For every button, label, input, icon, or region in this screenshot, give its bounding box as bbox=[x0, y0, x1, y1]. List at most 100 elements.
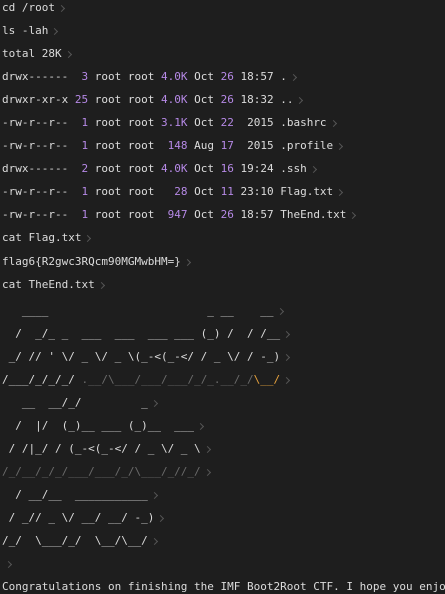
text-segment: root root bbox=[94, 208, 168, 221]
text-segment: 26 bbox=[220, 70, 234, 83]
text-segment: /_/ \___/_/ \__/\__/ bbox=[2, 534, 148, 547]
line-end-marker-icon bbox=[349, 211, 357, 219]
ascii-art-line: /_/ \___/_/ \__/\__/ bbox=[2, 534, 158, 548]
text-segment: drwx------ bbox=[2, 70, 69, 83]
text-line: total 28K bbox=[2, 47, 72, 61]
text-segment: root root bbox=[94, 139, 168, 152]
text-segment: _/ // ' \/ _ \/ _ \(_-<(_-</ / _ \/ / -_… bbox=[2, 350, 281, 363]
text-segment: cat TheEnd.txt bbox=[2, 278, 95, 291]
text-segment: 4.0K bbox=[160, 93, 188, 106]
text-segment: 11 bbox=[220, 185, 234, 198]
line-end-marker-icon bbox=[4, 560, 13, 568]
text-editor-area[interactable]: cd /root ls -lah total 28K drwx------ 3 … bbox=[0, 0, 445, 594]
text-segment: \__/ bbox=[253, 373, 281, 386]
line-end-marker-icon bbox=[289, 73, 297, 81]
text-segment: __ __/_/ _ bbox=[2, 396, 148, 409]
text-segment: Oct bbox=[187, 185, 221, 198]
text-segment: drwxr-xr-x bbox=[2, 93, 69, 106]
text-segment: / /|_/ / (_-<(_-</ / _ \/ _ \ bbox=[2, 442, 201, 455]
line-end-marker-icon bbox=[150, 399, 158, 407]
text-line: cd /root bbox=[2, 1, 66, 15]
text-segment: 18:57 . bbox=[233, 70, 287, 83]
text-segment: .__/\___/___/___/_/_.__/_/ bbox=[74, 373, 254, 386]
ascii-art-line: /_/__/_/_/___/___/_/\___/_//_/ bbox=[2, 465, 211, 479]
text-segment: Aug bbox=[187, 139, 221, 152]
ascii-art-line: / _// _ \/ __/ __/ -_) bbox=[2, 511, 165, 525]
text-segment: 1 bbox=[68, 116, 95, 129]
text-segment: root root bbox=[94, 116, 161, 129]
text-segment: 18:57 TheEnd.txt bbox=[233, 208, 347, 221]
text-segment: 1 bbox=[68, 208, 95, 221]
text-segment: / __/__ ___________ bbox=[2, 488, 148, 501]
line-end-marker-icon bbox=[57, 4, 66, 12]
ascii-art-line: ____ _ __ __ bbox=[2, 304, 284, 318]
text-segment: 1 bbox=[68, 139, 95, 152]
text-line bbox=[2, 557, 13, 571]
text-segment: Oct bbox=[187, 208, 221, 221]
text-segment: Congratulations on finishing the IMF Boo… bbox=[2, 580, 445, 593]
ascii-art-line: / __/__ ___________ bbox=[2, 488, 158, 502]
text-segment: ____ _ __ __ bbox=[2, 304, 274, 317]
text-line: drwx------ 2 root root 4.0K Oct 16 19:24… bbox=[2, 162, 317, 176]
text-segment: cat Flag.txt bbox=[2, 231, 82, 244]
text-segment: 1 bbox=[68, 185, 95, 198]
text-segment: 148 bbox=[167, 139, 188, 152]
text-segment: Oct bbox=[187, 93, 221, 106]
text-segment: 16 bbox=[220, 162, 234, 175]
line-end-marker-icon bbox=[197, 422, 205, 430]
line-end-marker-icon bbox=[336, 188, 344, 196]
text-segment: ls -lah bbox=[2, 24, 49, 37]
ascii-art-line: /___/_/_/_/ .__/\___/___/___/_/_.__/_/\_… bbox=[2, 373, 291, 387]
text-segment: cd /root bbox=[2, 1, 55, 14]
text-segment: 947 bbox=[167, 208, 188, 221]
text-segment: / |/ (_)__ ___ (_)__ ___ bbox=[2, 419, 195, 432]
text-segment: 2 bbox=[68, 162, 95, 175]
text-segment: -rw-r--r-- bbox=[2, 116, 69, 129]
line-end-marker-icon bbox=[97, 281, 105, 289]
ascii-art-line: _/ // ' \/ _ \/ _ \(_-<(_-</ / _ \/ / -_… bbox=[2, 350, 291, 364]
text-segment: / _/_ _ ___ ___ ___ ___ (_) / / /__ bbox=[2, 327, 281, 340]
line-end-marker-icon bbox=[276, 307, 284, 315]
text-line: -rw-r--r-- 1 root root 28 Oct 11 23:10 F… bbox=[2, 185, 344, 199]
line-end-marker-icon bbox=[309, 165, 317, 173]
line-end-marker-icon bbox=[203, 445, 211, 453]
text-segment: root root bbox=[94, 185, 175, 198]
line-end-marker-icon bbox=[283, 330, 291, 338]
text-segment: 3 bbox=[68, 70, 95, 83]
line-end-marker-icon bbox=[283, 353, 291, 361]
text-segment: Oct bbox=[187, 116, 221, 129]
text-segment: 4.0K bbox=[160, 70, 188, 83]
text-segment: root root bbox=[94, 162, 161, 175]
text-segment: 17 bbox=[220, 139, 234, 152]
text-segment: 23:10 Flag.txt bbox=[233, 185, 334, 198]
ascii-art-line: __ __/_/ _ bbox=[2, 396, 158, 410]
text-segment: flag6{R2gwc3RQcm90MGMwbHM=} bbox=[2, 255, 181, 268]
text-segment: 19:24 .ssh bbox=[233, 162, 307, 175]
text-segment: Oct bbox=[187, 70, 221, 83]
ascii-art-line: / /|_/ / (_-<(_-</ / _ \/ _ \ bbox=[2, 442, 211, 456]
text-segment: Oct bbox=[187, 162, 221, 175]
line-end-marker-icon bbox=[157, 514, 165, 522]
text-segment: -rw-r--r-- bbox=[2, 208, 69, 221]
text-segment: total 28K bbox=[2, 47, 62, 60]
text-line: ls -lah bbox=[2, 24, 59, 38]
line-end-marker-icon bbox=[203, 468, 211, 476]
text-segment: 2015 .profile bbox=[233, 139, 334, 152]
text-segment: 18:32 .. bbox=[233, 93, 294, 106]
text-segment: / _// _ \/ __/ __/ -_) bbox=[2, 511, 155, 524]
line-end-marker-icon bbox=[183, 258, 191, 266]
line-end-marker-icon bbox=[283, 376, 291, 384]
text-line: -rw-r--r-- 1 root root 3.1K Oct 22 2015 … bbox=[2, 116, 337, 130]
line-end-marker-icon bbox=[336, 142, 344, 150]
text-line: flag6{R2gwc3RQcm90MGMwbHM=} bbox=[2, 255, 191, 269]
text-segment: 26 bbox=[220, 208, 234, 221]
text-segment: -rw-r--r-- bbox=[2, 185, 69, 198]
ascii-art-line: / _/_ _ ___ ___ ___ ___ (_) / / /__ bbox=[2, 327, 291, 341]
text-line: -rw-r--r-- 1 root root 148 Aug 17 2015 .… bbox=[2, 139, 344, 153]
text-line: drwxr-xr-x 25 root root 4.0K Oct 26 18:3… bbox=[2, 93, 304, 107]
text-segment: 4.0K bbox=[160, 162, 188, 175]
text-line: Congratulations on finishing the IMF Boo… bbox=[2, 580, 445, 594]
text-segment: 3.1K bbox=[160, 116, 188, 129]
text-segment: 22 bbox=[220, 116, 234, 129]
text-segment: /___/_/_/_/ bbox=[2, 373, 75, 386]
